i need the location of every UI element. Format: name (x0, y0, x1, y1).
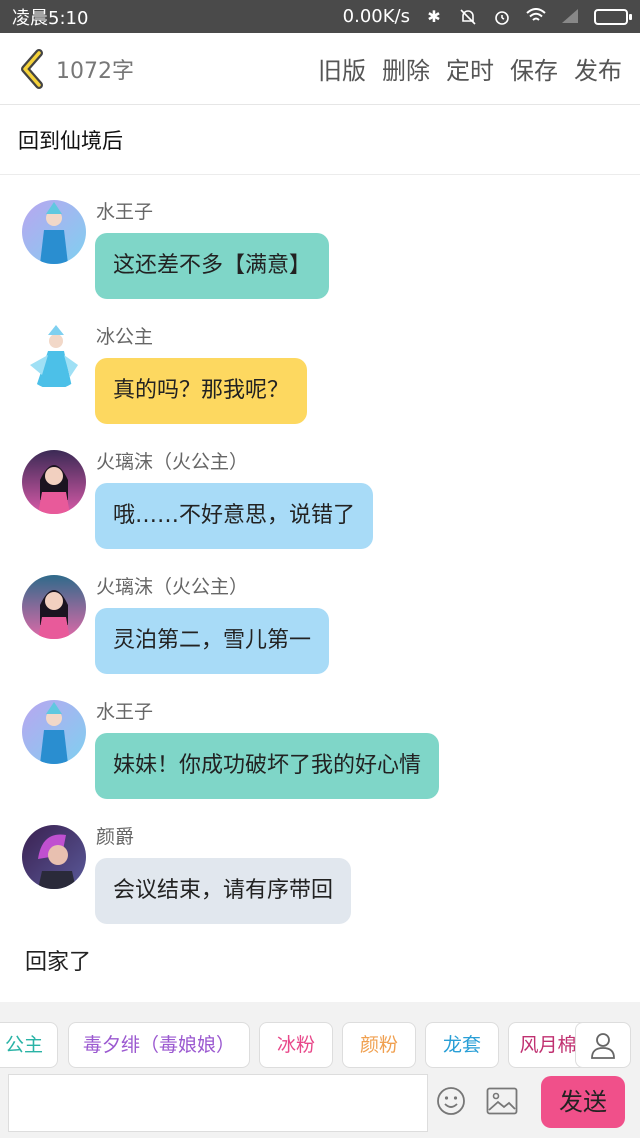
message-bubble[interactable]: 灵泊第二，雪儿第一 (95, 608, 330, 674)
schedule-button[interactable]: 定时 (438, 51, 502, 86)
chat-message[interactable]: 水王子 这还差不多【满意】 (0, 200, 640, 310)
character-manage-button[interactable] (575, 1022, 631, 1068)
narration-text[interactable]: 回家了 (25, 944, 91, 976)
character-tag-strip[interactable]: 公主 毒夕绯（毒娘娘） 冰粉 颜粉 龙套 风月棉 (0, 1022, 640, 1068)
alarm-icon (492, 8, 512, 26)
chat-message[interactable]: 水王子 妹妹！你成功破坏了我的好心情 (0, 700, 640, 810)
message-bubble[interactable]: 这还差不多【满意】 (95, 233, 330, 299)
message-bubble[interactable]: 会议结束，请有序带回 (95, 858, 352, 924)
character-tag[interactable]: 毒夕绯（毒娘娘） (68, 1022, 250, 1068)
character-tag[interactable]: 公主 (0, 1022, 58, 1068)
wifi-icon (526, 7, 546, 26)
delete-button[interactable]: 删除 (374, 51, 438, 86)
message-bubble[interactable]: 真的吗？那我呢？ (95, 358, 308, 424)
avatar[interactable] (22, 825, 86, 889)
avatar[interactable] (22, 200, 86, 264)
back-arrow-icon (21, 48, 43, 89)
avatar[interactable] (22, 575, 86, 639)
story-title[interactable]: 回到仙境后 (0, 105, 640, 175)
image-icon (486, 1087, 518, 1115)
old-version-button[interactable]: 旧版 (310, 51, 374, 86)
status-time: 凌晨5:10 (12, 7, 89, 29)
character-tag[interactable]: 冰粉 (259, 1022, 333, 1068)
chat-message[interactable]: 冰公主 真的吗？那我呢？ (0, 325, 640, 435)
sender-name: 火璃沫（火公主） (96, 576, 249, 598)
emoji-button[interactable] (434, 1084, 468, 1118)
sender-name: 水王子 (96, 201, 154, 223)
message-bubble[interactable]: 哦……不好意思，说错了 (95, 483, 374, 549)
save-button[interactable]: 保存 (502, 51, 566, 86)
signal-icon (560, 8, 580, 26)
avatar[interactable] (22, 700, 86, 764)
publish-button[interactable]: 发布 (566, 51, 630, 86)
sender-name: 颜爵 (96, 826, 135, 848)
image-button[interactable] (485, 1084, 519, 1118)
chat-message[interactable]: 火璃沫（火公主） 哦……不好意思，说错了 (0, 450, 640, 560)
toolbar-actions: 旧版 删除 定时 保存 发布 (310, 51, 640, 86)
back-button[interactable] (8, 33, 56, 105)
sender-name: 水王子 (96, 701, 154, 723)
avatar[interactable] (22, 450, 86, 514)
message-input[interactable] (8, 1074, 428, 1132)
editor-toolbar: 1072字 旧版 删除 定时 保存 发布 (0, 33, 640, 105)
status-bar: 凌晨5:10 0.00K/s ✱ (0, 0, 640, 33)
character-tag[interactable]: 龙套 (425, 1022, 499, 1068)
word-count: 1072字 (56, 58, 134, 84)
message-bubble[interactable]: 妹妹！你成功破坏了我的好心情 (95, 733, 440, 799)
sender-name: 冰公主 (96, 326, 154, 348)
composer-row: 发送 (0, 1072, 640, 1134)
emoji-icon (437, 1087, 465, 1115)
bluetooth-icon: ✱ (427, 6, 441, 26)
send-button[interactable]: 发送 (541, 1076, 625, 1128)
composer-panel: 公主 毒夕绯（毒娘娘） 冰粉 颜粉 龙套 风月棉 发送 (0, 1002, 640, 1138)
character-tag[interactable]: 颜粉 (342, 1022, 416, 1068)
mute-icon (458, 8, 478, 26)
person-icon (591, 1033, 615, 1059)
chat-message[interactable]: 颜爵 会议结束，请有序带回 (0, 825, 640, 935)
network-speed: 0.00K/s (342, 6, 410, 27)
avatar[interactable] (22, 325, 86, 389)
status-icons: 0.00K/s ✱ (342, 6, 632, 27)
battery-icon (594, 8, 632, 25)
sender-name: 火璃沫（火公主） (96, 451, 249, 473)
chat-message[interactable]: 火璃沫（火公主） 灵泊第二，雪儿第一 (0, 575, 640, 685)
